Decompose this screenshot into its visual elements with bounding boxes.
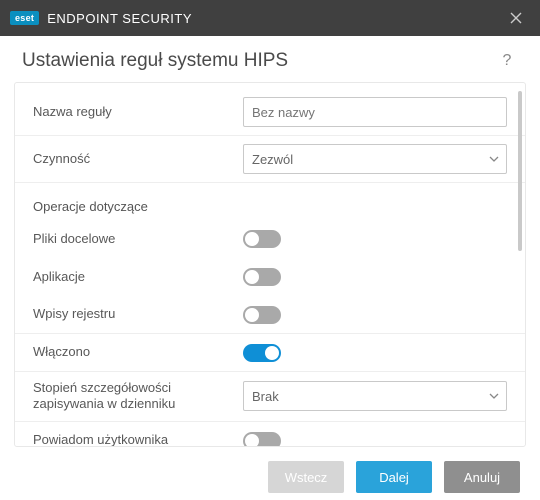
row-log-level: Stopień szczegółowości zapisywania w dzi… (15, 372, 525, 422)
titlebar: eset ENDPOINT SECURITY (0, 0, 540, 36)
cancel-button[interactable]: Anuluj (444, 461, 520, 493)
close-icon (510, 12, 522, 24)
notify-user-label: Powiadom użytkownika (33, 432, 243, 447)
log-level-label: Stopień szczegółowości zapisywania w dzi… (33, 380, 243, 413)
operations-section-title: Operacje dotyczące (15, 183, 525, 220)
product-name: ENDPOINT SECURITY (47, 11, 192, 26)
rule-name-input[interactable] (243, 97, 507, 127)
action-label: Czynność (33, 151, 243, 167)
back-button[interactable]: Wstecz (268, 461, 344, 493)
scrollbar-thumb[interactable] (518, 91, 522, 251)
settings-panel: Nazwa reguły Czynność Zezwól Operacje do… (14, 82, 526, 447)
notify-user-toggle[interactable] (243, 432, 281, 448)
help-icon: ? (503, 52, 512, 70)
registry-entries-toggle[interactable] (243, 306, 281, 324)
next-button[interactable]: Dalej (356, 461, 432, 493)
enabled-label: Włączono (33, 344, 243, 360)
log-level-select[interactable]: Brak (243, 381, 507, 411)
help-button[interactable]: ? (496, 50, 518, 72)
action-select[interactable]: Zezwól (243, 144, 507, 174)
row-rule-name: Nazwa reguły (15, 89, 525, 136)
enabled-toggle[interactable] (243, 344, 281, 362)
target-files-toggle[interactable] (243, 230, 281, 248)
brand-badge: eset (10, 11, 39, 25)
close-button[interactable] (502, 4, 530, 32)
rule-name-label: Nazwa reguły (33, 104, 243, 120)
page-header: Ustawienia reguł systemu HIPS ? (0, 36, 540, 82)
applications-toggle[interactable] (243, 268, 281, 286)
footer-buttons: Wstecz Dalej Anuluj (0, 447, 540, 493)
row-enabled: Włączono (15, 334, 525, 372)
target-files-label: Pliki docelowe (33, 231, 243, 247)
row-registry-entries: Wpisy rejestru (15, 296, 525, 334)
row-applications: Aplikacje (15, 258, 525, 296)
applications-label: Aplikacje (33, 269, 243, 285)
page-title: Ustawienia reguł systemu HIPS (22, 50, 288, 72)
row-notify-user: Powiadom użytkownika (15, 422, 525, 448)
registry-entries-label: Wpisy rejestru (33, 306, 243, 322)
row-action: Czynność Zezwól (15, 136, 525, 183)
row-target-files: Pliki docelowe (15, 220, 525, 258)
